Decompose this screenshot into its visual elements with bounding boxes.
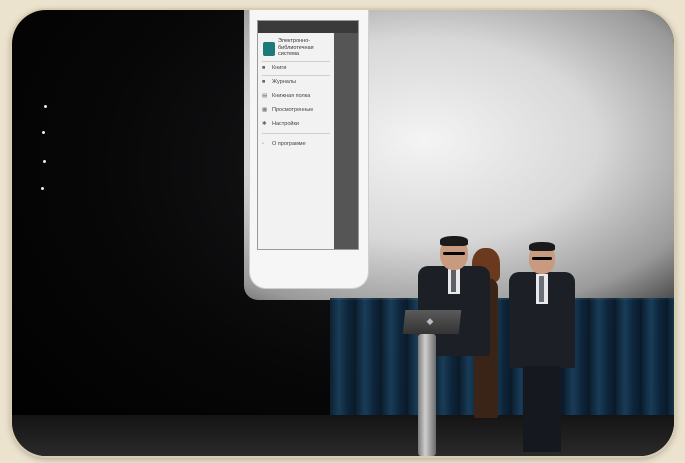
photo-frame: Электронно- библиотечная система ■ Книги …	[12, 10, 674, 456]
guard-tie	[539, 276, 544, 302]
journal-icon: ■	[262, 79, 266, 85]
app-navigation-drawer: Электронно- библиотечная система ■ Книги …	[258, 33, 334, 249]
app-title-line3: система	[278, 51, 299, 57]
podium-logo-icon: ◆	[426, 316, 434, 326]
guard-sunglasses	[532, 257, 552, 260]
nav-item-label: О программе	[272, 141, 306, 147]
nav-item-bookshelf: ▤ Книжная полка	[262, 91, 334, 101]
nav-item-history: ▦ Просмотренные	[262, 105, 334, 115]
speaker-hair	[440, 236, 468, 246]
app-logo-icon	[263, 42, 275, 56]
nav-item-label: Просмотренные	[272, 107, 314, 113]
history-icon: ▦	[262, 107, 268, 113]
speaker-sunglasses	[443, 252, 465, 255]
speaker-tie	[451, 270, 456, 292]
light-dot	[41, 187, 44, 190]
nav-divider	[262, 133, 330, 134]
nav-item-journals: ■ Журналы	[262, 77, 334, 87]
nav-item-label: Журналы	[272, 79, 297, 85]
bookshelf-icon: ▤	[262, 93, 268, 99]
guard-hair	[529, 242, 555, 251]
nav-item-label: Книжная полка	[272, 93, 311, 99]
guard-legs	[523, 366, 561, 452]
stage-curtain	[330, 298, 674, 428]
guard-figure	[507, 242, 577, 452]
app-content-area	[334, 33, 358, 249]
phone-screen: Электронно- библиотечная система ■ Книги …	[257, 20, 359, 250]
nav-divider	[262, 75, 330, 76]
info-icon: ◦	[262, 141, 264, 147]
book-icon: ■	[262, 65, 266, 71]
podium-stand	[418, 334, 436, 456]
light-dot	[44, 105, 47, 108]
nav-item-about: ◦ О программе	[262, 139, 334, 149]
gear-icon: ✱	[262, 121, 267, 127]
nav-item-books: ■ Книги	[262, 63, 334, 73]
projected-phone: Электронно- библиотечная система ■ Книги …	[250, 10, 368, 288]
light-dot	[43, 160, 46, 163]
phone-status-bar	[258, 21, 358, 33]
nav-item-label: Книги	[272, 65, 287, 71]
nav-item-label: Настройки	[272, 121, 299, 127]
app-title: Электронно- библиотечная система	[278, 38, 334, 58]
light-dot	[42, 131, 45, 134]
nav-item-settings: ✱ Настройки	[262, 119, 334, 129]
nav-divider	[262, 61, 330, 62]
